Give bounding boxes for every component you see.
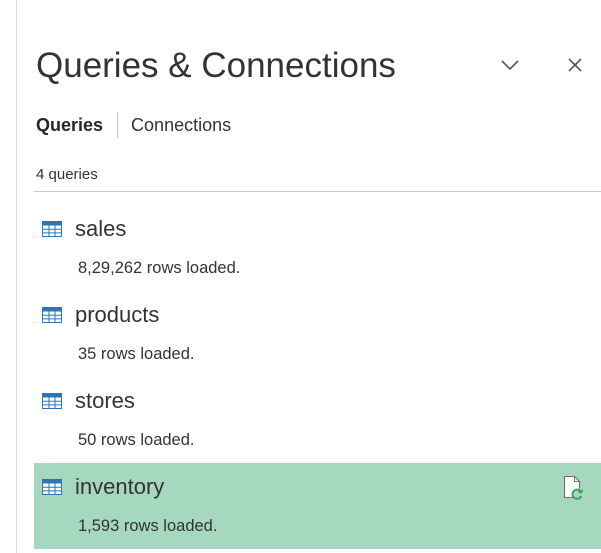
queries-connections-window: Queries & Connections Queries Connection…: [0, 0, 601, 553]
query-status: 50 rows loaded.: [78, 431, 195, 449]
query-item-products[interactable]: products 35 rows loaded.: [34, 291, 601, 377]
close-pane-button[interactable]: [558, 48, 592, 82]
table-icon: [42, 479, 62, 495]
count-divider: [34, 191, 601, 192]
query-name: stores: [75, 388, 135, 413]
query-count: 4 queries: [36, 166, 98, 183]
query-name: products: [75, 302, 160, 327]
pane-tabs: Queries Connections: [36, 112, 231, 138]
tab-connections[interactable]: Connections: [131, 114, 231, 136]
tab-queries[interactable]: Queries: [36, 114, 103, 136]
table-icon: [42, 393, 62, 409]
query-item-sales[interactable]: sales 8,29,262 rows loaded.: [34, 205, 601, 291]
query-name: inventory: [75, 474, 165, 499]
pane-title: Queries & Connections: [36, 46, 396, 85]
chevron-down-icon: [501, 60, 519, 71]
query-item-inventory[interactable]: inventory 1,593 rows loaded.: [34, 463, 601, 549]
collapse-pane-button[interactable]: [493, 48, 527, 82]
queries-connections-pane: Queries & Connections Queries Connection…: [17, 0, 601, 553]
query-status: 1,593 rows loaded.: [78, 517, 218, 535]
query-item-stores[interactable]: stores 50 rows loaded.: [34, 377, 601, 463]
query-status: 35 rows loaded.: [78, 345, 195, 363]
close-icon: [568, 58, 582, 72]
query-list: sales 8,29,262 rows loaded. products 35 …: [34, 205, 601, 549]
query-name: sales: [75, 216, 127, 241]
table-icon: [42, 307, 62, 323]
query-status: 8,29,262 rows loaded.: [78, 259, 241, 277]
refresh-document-icon[interactable]: [562, 475, 584, 501]
tab-divider: [117, 112, 119, 138]
table-icon: [42, 221, 62, 237]
